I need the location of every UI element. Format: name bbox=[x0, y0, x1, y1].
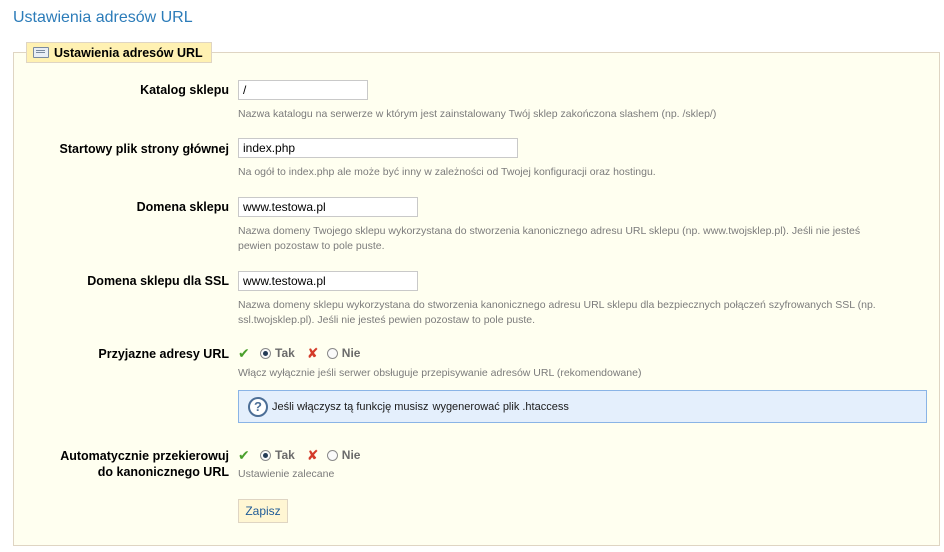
domain-ssl-label: Domena sklepu dla SSL bbox=[87, 274, 229, 288]
index-file-hint: Na ogół to index.php ale może być inny w… bbox=[238, 166, 656, 178]
shop-dir-hint: Nazwa katalogu na serwerze w którym jest… bbox=[238, 108, 717, 120]
htaccess-info-text: Jeśli włączysz tą funkcję musisz bbox=[272, 400, 429, 413]
domain-hint-line2: pewien pozostaw to pole puste. bbox=[238, 240, 385, 252]
friendly-urls-yes-radio[interactable] bbox=[260, 347, 271, 359]
friendly-urls-label: Przyjazne adresy URL bbox=[98, 347, 229, 361]
friendly-urls-radio-group: ✔ Tak ✘ Nie bbox=[238, 345, 360, 361]
generate-htaccess-link[interactable]: wygenerować plik .htaccess bbox=[433, 401, 569, 413]
shop-dir-input[interactable] bbox=[238, 80, 368, 100]
shop-dir-label: Katalog sklepu bbox=[140, 83, 229, 97]
friendly-urls-yes-label[interactable]: Tak bbox=[275, 346, 295, 360]
friendly-urls-no-label[interactable]: Nie bbox=[342, 346, 361, 360]
canonical-redirect-yes-radio[interactable] bbox=[260, 449, 271, 461]
domain-ssl-hint-line2: ssl.twojsklep.pl). Jeśli nie jesteś pewi… bbox=[238, 314, 536, 326]
check-icon: ✔ bbox=[238, 344, 250, 361]
friendly-urls-hint: Włącz wyłącznie jeśli serwer obsługuje p… bbox=[238, 367, 642, 379]
check-icon: ✔ bbox=[238, 446, 250, 463]
canonical-redirect-radio-group: ✔ Tak ✘ Nie bbox=[238, 447, 360, 463]
htaccess-info-box: ? Jeśli włączysz tą funkcję musisz wygen… bbox=[238, 390, 927, 423]
canonical-redirect-label-line1: Automatycznie przekierowuj bbox=[60, 449, 229, 463]
page-title: Ustawienia adresów URL bbox=[13, 9, 193, 26]
domain-ssl-hint: Nazwa domeny sklepu wykorzystana do stwo… bbox=[238, 298, 928, 328]
fieldset-legend: Ustawienia adresów URL bbox=[26, 42, 212, 63]
keyboard-icon bbox=[33, 47, 49, 58]
cross-icon: ✘ bbox=[306, 344, 319, 361]
domain-ssl-hint-line1: Nazwa domeny sklepu wykorzystana do stwo… bbox=[238, 299, 876, 311]
save-button[interactable]: Zapisz bbox=[238, 499, 288, 523]
canonical-redirect-yes-label[interactable]: Tak bbox=[275, 448, 295, 462]
domain-ssl-input[interactable] bbox=[238, 271, 418, 291]
cross-icon: ✘ bbox=[306, 446, 319, 463]
domain-hint: Nazwa domeny Twojego sklepu wykorzystana… bbox=[238, 224, 928, 254]
canonical-redirect-no-label[interactable]: Nie bbox=[342, 448, 361, 462]
canonical-redirect-label: Automatycznie przekierowuj do kanoniczne… bbox=[60, 448, 229, 480]
domain-label: Domena sklepu bbox=[136, 200, 229, 214]
index-file-input[interactable] bbox=[238, 138, 518, 158]
canonical-redirect-hint: Ustawienie zalecane bbox=[238, 468, 335, 480]
canonical-redirect-no-radio[interactable] bbox=[326, 449, 338, 461]
domain-input[interactable] bbox=[238, 197, 418, 217]
index-file-label: Startowy plik strony głównej bbox=[59, 142, 229, 156]
legend-label: Ustawienia adresów URL bbox=[54, 45, 203, 60]
domain-hint-line1: Nazwa domeny Twojego sklepu wykorzystana… bbox=[238, 225, 861, 237]
help-icon: ? bbox=[248, 396, 268, 417]
friendly-urls-no-radio[interactable] bbox=[326, 347, 338, 359]
canonical-redirect-label-line2: do kanonicznego URL bbox=[97, 465, 229, 479]
